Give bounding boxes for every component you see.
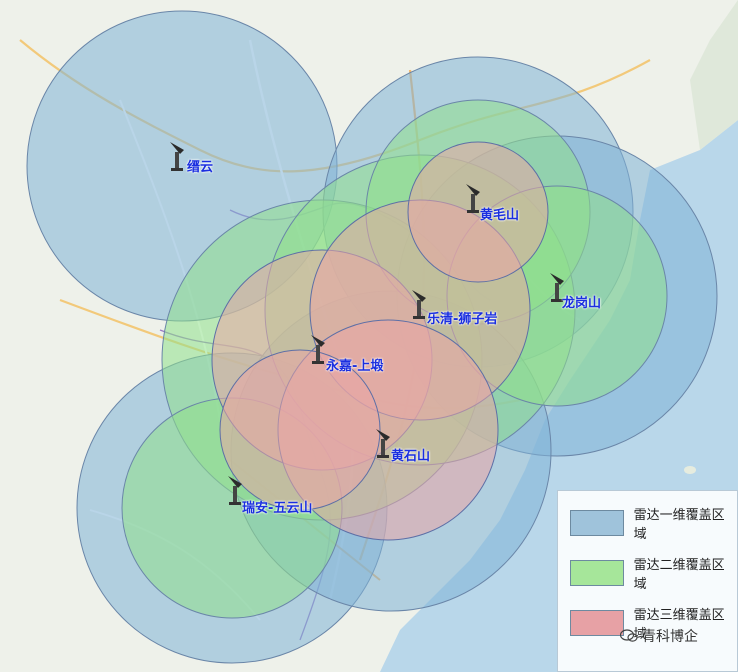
legend-swatch xyxy=(570,610,624,636)
station-label: 黄毛山 xyxy=(480,208,520,223)
legend-swatch xyxy=(570,510,624,536)
legend-item-2d: 雷达二维覆盖区域 xyxy=(570,558,737,592)
watermark: 青科博企 xyxy=(620,624,698,648)
station-label: 永嘉-上塅 xyxy=(326,359,384,374)
radar-coverage-map: 缙云 黄毛山 龙岗山 乐清-狮子岩 永嘉-上塅 黄石山 瑞安-五云山 雷达一维覆… xyxy=(0,0,738,672)
station-label: 龙岗山 xyxy=(562,296,602,311)
legend-label: 雷达一维覆盖区域 xyxy=(633,508,725,542)
radar-tower-icon[interactable] xyxy=(166,140,188,172)
station-label: 乐清-狮子岩 xyxy=(427,312,498,327)
island xyxy=(684,466,696,474)
station-label: 黄石山 xyxy=(391,449,431,464)
wechat-icon xyxy=(620,629,638,642)
legend-label: 雷达二维覆盖区域 xyxy=(633,558,725,592)
legend-item-1d: 雷达一维覆盖区域 xyxy=(570,508,737,542)
legend-swatch xyxy=(570,560,624,586)
watermark-text: 青科博企 xyxy=(642,629,698,645)
station-label: 缙云 xyxy=(187,160,214,175)
station-label: 瑞安-五云山 xyxy=(242,501,313,516)
